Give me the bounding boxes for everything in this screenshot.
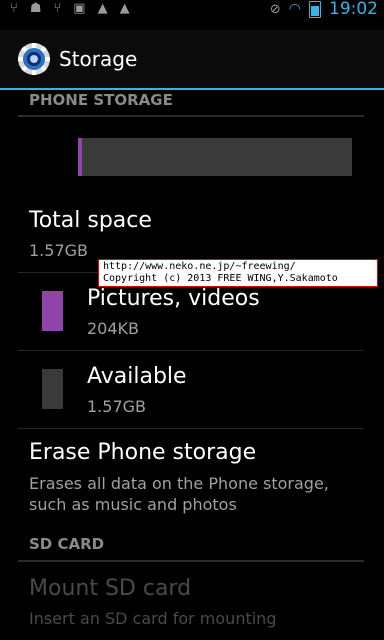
clock: 19:02 [329,0,378,19]
list-divider [18,350,364,351]
section-header-phone-storage: PHONE STORAGE [29,91,173,109]
pictures-videos-title: Pictures, videos [87,286,260,311]
android-debug-icon: ☗ [29,1,42,16]
section-divider [18,560,364,562]
usb-icon: ⑂ [10,1,18,16]
wifi-icon: ◠ [288,1,301,17]
notification-icons: ⑂ ☗ ⑂ ▣ ▲ ▲ [0,0,130,18]
warning-icon: ▲ [97,1,108,16]
available-size: 1.57GB [87,397,146,416]
usb-icon: ⑂ [53,1,62,16]
section-header-sd-card: SD CARD [29,535,105,553]
total-space-value: 1.57GB [29,241,88,260]
available-color-swatch [42,369,63,409]
status-bar: ⑂ ☗ ⑂ ▣ ▲ ▲ ⊘ ◠ 19:02 [0,0,384,18]
watermark-copyright: Copyright (c) 2013 FREE WING,Y.Sakamoto [103,273,338,284]
list-divider [18,428,364,429]
action-bar: Storage [0,30,384,90]
pictures-videos-size: 204KB [87,319,140,338]
pictures-color-swatch [42,291,63,331]
mount-sd-card-description: Insert an SD card for mounting [29,609,277,628]
image-icon: ▣ [73,1,86,16]
settings-gear-icon[interactable] [16,41,52,77]
copyright-watermark: http://www.neko.ne.jp/~freewing/ Copyrig… [98,259,378,287]
erase-phone-storage-title: Erase Phone storage [29,440,257,465]
page-title: Storage [59,47,138,71]
battery-icon [309,0,321,18]
watermark-url: http://www.neko.ne.jp/~freewing/ [103,261,296,272]
system-icons: ⊘ ◠ 19:02 [270,0,384,18]
no-signal-icon: ⊘ [269,1,281,17]
erase-description-line2: such as music and photos [29,495,237,514]
erase-description-line1: Erases all data on the Phone storage, [29,474,329,493]
warning-icon: ▲ [119,1,130,16]
section-divider [18,115,364,117]
storage-usage-bar [78,138,352,176]
total-space-title: Total space [29,208,152,233]
available-title: Available [87,364,187,389]
storage-usage-fill [78,138,82,176]
mount-sd-card-title: Mount SD card [29,576,192,601]
